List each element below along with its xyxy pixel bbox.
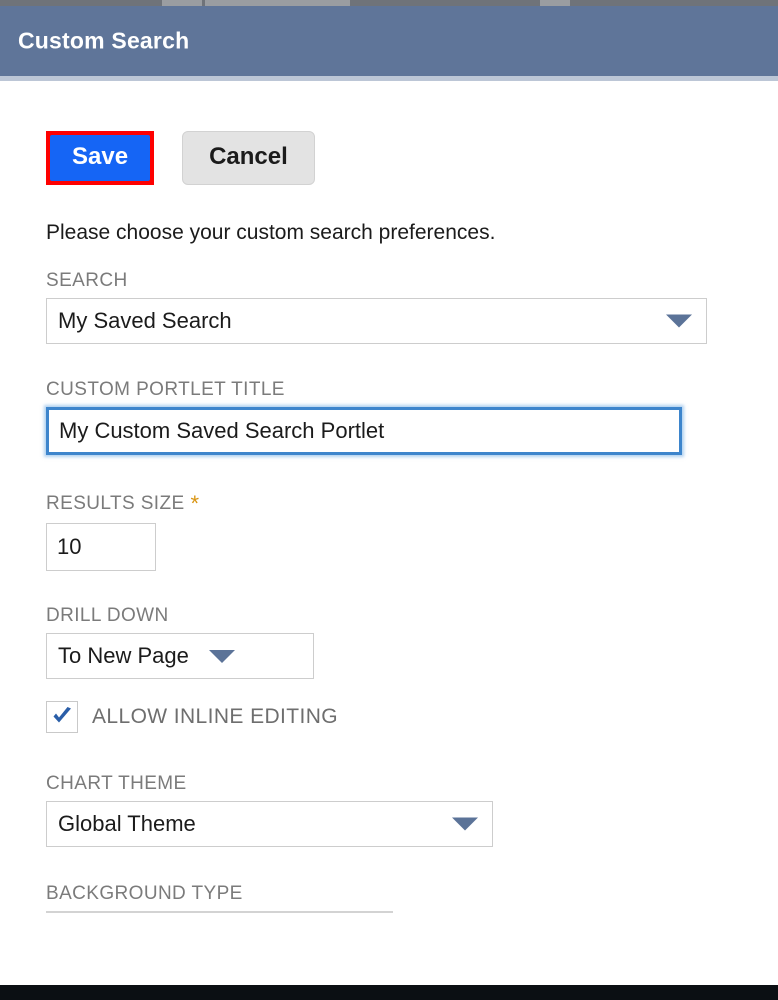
chart-theme-select-value: Global Theme <box>58 811 196 836</box>
allow-inline-editing-label: ALLOW INLINE EDITING <box>92 705 339 728</box>
field-chart-theme: CHART THEME Global Theme <box>46 773 493 847</box>
field-label-drill-down: DRILL DOWN <box>46 605 169 626</box>
search-select[interactable]: My Saved Search <box>46 298 707 344</box>
chevron-down-icon <box>452 817 478 831</box>
drill-down-select[interactable]: To New Page <box>46 633 314 679</box>
results-size-input[interactable] <box>46 523 156 571</box>
required-asterisk-icon: * <box>190 491 200 516</box>
intro-text: Please choose your custom search prefere… <box>46 221 496 244</box>
search-select-value: My Saved Search <box>58 308 232 333</box>
field-label-chart-theme: CHART THEME <box>46 773 187 794</box>
field-label-background-type: BACKGROUND TYPE <box>46 883 243 904</box>
field-custom-portlet-title: CUSTOM PORTLET TITLE <box>46 379 682 455</box>
chart-theme-select[interactable]: Global Theme <box>46 801 493 847</box>
custom-portlet-title-input[interactable] <box>46 407 682 455</box>
action-button-row: Save Cancel <box>46 131 315 186</box>
page-title: Custom Search <box>18 27 190 54</box>
dialog-body: Save Cancel Please choose your custom se… <box>0 81 778 985</box>
chevron-down-icon <box>208 649 235 663</box>
field-label-results-size: RESULTS SIZE * <box>46 491 199 517</box>
save-button[interactable]: Save <box>50 135 151 182</box>
checkmark-icon <box>53 707 71 723</box>
cancel-button[interactable]: Cancel <box>182 131 315 186</box>
field-background-type: BACKGROUND TYPE <box>46 883 393 911</box>
results-size-label-text: RESULTS SIZE <box>46 493 185 514</box>
field-allow-inline-editing: ALLOW INLINE EDITING <box>46 701 338 733</box>
dialog-header: Custom Search <box>0 6 778 76</box>
drill-down-select-value: To New Page <box>58 643 189 668</box>
background-type-divider <box>46 911 393 913</box>
field-search: SEARCH My Saved Search <box>46 270 707 344</box>
bottom-bar <box>0 985 778 1000</box>
chevron-down-icon <box>666 314 692 328</box>
save-button-highlight: Save <box>46 131 155 186</box>
field-drill-down: DRILL DOWN To New Page <box>46 605 314 679</box>
field-results-size: RESULTS SIZE * <box>46 491 199 571</box>
custom-search-dialog: Custom Search Save Cancel Please choose … <box>0 0 778 1000</box>
allow-inline-editing-checkbox[interactable] <box>46 701 78 733</box>
field-label-search: SEARCH <box>46 270 128 291</box>
field-label-custom-portlet-title: CUSTOM PORTLET TITLE <box>46 379 285 400</box>
